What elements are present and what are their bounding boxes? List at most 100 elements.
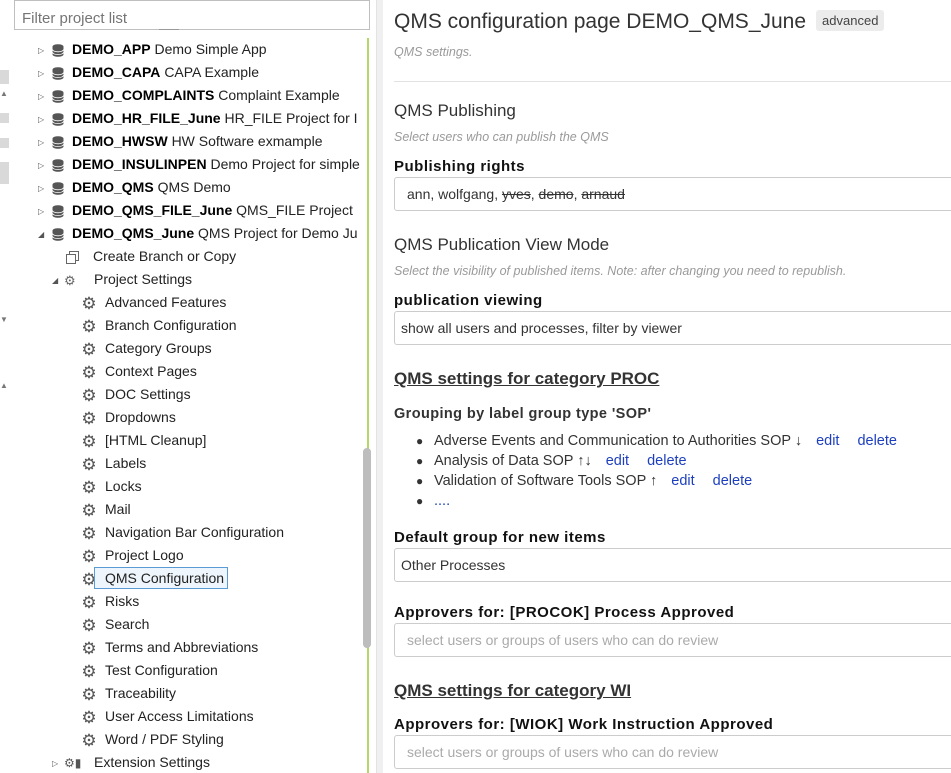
move-arrows-icon[interactable]: ↑ (650, 473, 657, 489)
collapse-arrow-icon[interactable]: ◢ (52, 269, 64, 292)
collapse-arrow-icon[interactable]: ◢ (38, 223, 50, 246)
settings-item[interactable]: ⚙ Navigation Bar Configuration (80, 521, 284, 544)
expand-arrow-icon[interactable]: ▷ (38, 85, 50, 108)
edit-link[interactable]: edit (606, 453, 629, 469)
gear-icon: ⚙ (81, 316, 97, 336)
edit-link[interactable]: edit (671, 473, 694, 489)
delete-link[interactable]: delete (713, 473, 753, 489)
user-tag[interactable]: wolfgang (438, 186, 494, 202)
project-row-demo-qms-file-june[interactable]: ▷ DEMO_QMS_FILE_June QMS_FILE Project (38, 199, 353, 222)
settings-item[interactable]: ⚙ DOC Settings (80, 383, 191, 406)
project-row-demo-hr-file-june[interactable]: ▷ DEMO_HR_FILE_June HR_FILE Project for I (38, 107, 358, 130)
publication-viewing-value: show all users and processes, filter by … (401, 320, 682, 336)
project-description: HR_FILE Project for I (224, 110, 358, 126)
move-arrows-icon[interactable]: ↑↓ (577, 453, 592, 469)
delete-link[interactable]: delete (857, 433, 897, 449)
filter-project-input[interactable] (14, 0, 370, 30)
project-row-demo-capa[interactable]: ▷ DEMO_CAPA CAPA Example (38, 61, 259, 84)
project-row-demo-hwsw[interactable]: ▷ DEMO_HWSW HW Software exmample (38, 130, 323, 153)
settings-item[interactable]: ⚙ Branch Configuration (80, 314, 236, 337)
tree-guide-line (367, 38, 369, 773)
settings-item[interactable]: ⚙ Risks (80, 590, 139, 613)
settings-item[interactable]: ⚙ Terms and Abbreviations (80, 636, 258, 659)
grouping-label: Grouping by label group type 'SOP' (394, 406, 652, 422)
settings-item[interactable]: ⚙ Traceability (80, 682, 176, 705)
project-row-demo-complaints[interactable]: ▷ DEMO_COMPLAINTS Complaint Example (38, 84, 340, 107)
project-settings-label: Project Settings (94, 271, 193, 287)
page-title: QMS configuration page DEMO_QMS_June adva… (394, 10, 885, 34)
extension-icon: ⚙▮ (64, 755, 82, 770)
sop-name: Analysis of Data SOP (434, 453, 574, 469)
project-code: DEMO_APP (72, 41, 151, 57)
project-row-demo-qms[interactable]: ▷ DEMO_QMS QMS Demo (38, 176, 231, 199)
publishing-hint: Select users who can publish the QMS (394, 130, 609, 144)
settings-item[interactable]: ⚙ Locks (80, 475, 141, 498)
settings-item[interactable]: ⚙ Dropdowns (80, 406, 175, 429)
copy-icon (66, 250, 79, 264)
settings-item[interactable]: ⚙ Test Configuration (80, 659, 217, 682)
edit-link[interactable]: edit (816, 433, 839, 449)
add-more-link[interactable]: .... (434, 493, 450, 509)
proc-approvers-field[interactable]: select users or groups of users who can … (394, 623, 951, 657)
publication-viewing-select[interactable]: show all users and processes, filter by … (394, 311, 951, 345)
settings-item[interactable]: ⚙ Word / PDF Styling (80, 728, 223, 751)
create-branch-item[interactable]: Create Branch or Copy (66, 245, 236, 268)
publishing-rights-field[interactable]: ann, wolfgang, yves, demo, arnaud (394, 177, 951, 211)
project-row-demo-app[interactable]: ▷ DEMO_APP Demo Simple App (38, 38, 267, 61)
divider (394, 81, 951, 82)
settings-item[interactable]: ⚙ Context Pages (80, 360, 196, 383)
user-tag-disabled[interactable]: demo (539, 186, 574, 202)
extension-settings-node[interactable]: ▷ ⚙▮ Extension Settings (52, 751, 210, 773)
project-row-demo-insulinpen[interactable]: ▷ DEMO_INSULINPEN Demo Project for simple (38, 153, 360, 176)
user-tag-disabled[interactable]: arnaud (581, 186, 625, 202)
delete-link[interactable]: delete (647, 453, 687, 469)
gear-icon: ⚙ (81, 661, 97, 681)
settings-item-label: Project Logo (105, 547, 184, 563)
wi-approvers-field[interactable]: select users or groups of users who can … (394, 735, 951, 769)
tree-scrollbar[interactable] (363, 448, 371, 648)
settings-item-selected[interactable]: ⚙ QMS Configuration (80, 567, 229, 590)
expand-arrow-icon[interactable]: ▷ (38, 39, 50, 62)
user-tag[interactable]: ann (407, 186, 430, 202)
project-code: DEMO_COMPLAINTS (72, 87, 215, 103)
settings-item-label: Category Groups (105, 340, 212, 356)
expand-arrow-icon[interactable]: ▷ (38, 200, 50, 223)
project-row-demo-qms-june[interactable]: ◢ DEMO_QMS_June QMS Project for Demo Ju (38, 222, 358, 245)
settings-item[interactable]: ⚙ [HTML Cleanup] (80, 429, 206, 452)
settings-item[interactable]: ⚙ Mail (80, 498, 130, 521)
expand-arrow-icon[interactable]: ▷ (38, 108, 50, 131)
move-arrows-icon[interactable]: ↓ (795, 433, 802, 449)
gear-icon: ⚙ (81, 454, 97, 474)
sop-list-item: ● Analysis of Data SOP ↑↓ edit delete (416, 453, 687, 469)
expand-arrow-icon[interactable]: ▷ (38, 177, 50, 200)
gear-icon: ⚙ (81, 707, 97, 727)
gear-icon: ⚙ (81, 408, 97, 428)
gear-icon: ⚙ (81, 477, 97, 497)
sop-list-item-more: ●.... (416, 493, 450, 509)
expand-arrow-icon[interactable]: ▷ (52, 752, 64, 773)
gear-icon: ⚙ (81, 546, 97, 566)
settings-item[interactable]: ⚙ User Access Limitations (80, 705, 253, 728)
settings-item-label: Advanced Features (105, 294, 227, 310)
database-icon (52, 135, 64, 149)
proc-category-heading: QMS settings for category PROC (394, 369, 660, 388)
gear-icon: ⚙ (81, 615, 97, 635)
settings-item[interactable]: ⚙ Advanced Features (80, 291, 226, 314)
settings-item[interactable]: ⚙ Labels (80, 452, 146, 475)
settings-item[interactable]: ⚙ Project Logo (80, 544, 184, 567)
project-settings-node[interactable]: ◢ ⚙ Project Settings (52, 268, 192, 291)
project-description: Demo Project for simple (210, 156, 360, 172)
database-icon (52, 43, 64, 57)
database-icon (52, 181, 64, 195)
settings-item[interactable]: ⚙ Search (80, 613, 149, 636)
expand-arrow-icon[interactable]: ▷ (38, 131, 50, 154)
default-group-select[interactable]: Other Processes (394, 548, 951, 582)
publishing-rights-label: Publishing rights (394, 158, 525, 175)
expand-arrow-icon[interactable]: ▷ (38, 62, 50, 85)
settings-item[interactable]: ⚙ Category Groups (80, 337, 212, 360)
user-tag-disabled[interactable]: yves (502, 186, 531, 202)
gear-icon: ⚙ (81, 592, 97, 612)
extension-settings-label: Extension Settings (94, 754, 210, 770)
settings-item-label: DOC Settings (105, 386, 191, 402)
expand-arrow-icon[interactable]: ▷ (38, 154, 50, 177)
